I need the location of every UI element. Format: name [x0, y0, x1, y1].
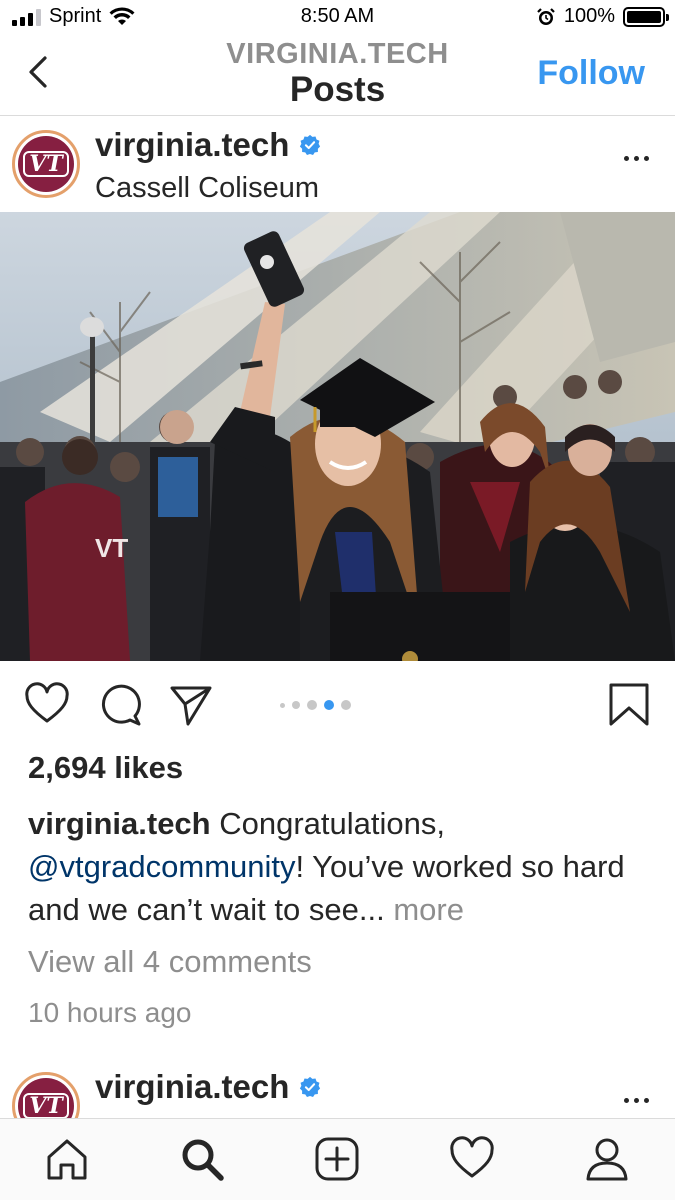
caption-mention-link[interactable]: @vtgradcommunity — [28, 849, 296, 884]
view-comments-link[interactable]: View all 4 comments — [28, 944, 312, 980]
battery-fill — [627, 10, 661, 23]
next-post-more-options-icon[interactable] — [624, 1098, 649, 1103]
caption-username[interactable]: virginia.tech — [28, 806, 211, 841]
next-post-username-row: virginia.tech — [95, 1068, 321, 1106]
caption-text-1: Congratulations, — [210, 806, 445, 841]
vt-logo: VT — [18, 136, 74, 192]
svg-text:VT: VT — [95, 533, 128, 563]
verified-badge-icon — [300, 134, 321, 155]
post-caption: virginia.tech Congratulations, @vtgradco… — [28, 802, 648, 931]
post-photo[interactable]: VT — [0, 212, 675, 661]
post-username[interactable]: virginia.tech — [95, 126, 289, 164]
post-location[interactable]: Cassell Coliseum — [95, 172, 319, 205]
follow-button[interactable]: Follow — [537, 54, 645, 93]
search-icon[interactable] — [178, 1135, 226, 1183]
next-post-username[interactable]: virginia.tech — [95, 1068, 289, 1106]
profile-icon[interactable] — [583, 1135, 631, 1183]
verified-badge-icon — [300, 1076, 321, 1097]
new-post-icon[interactable] — [313, 1135, 361, 1183]
battery-percent: 100% — [563, 5, 615, 27]
home-icon[interactable] — [43, 1135, 91, 1183]
post-timestamp: 10 hours ago — [28, 997, 192, 1028]
graduation-selfie-photo: VT — [0, 212, 675, 661]
like-heart-icon[interactable] — [24, 682, 70, 728]
activity-heart-icon[interactable] — [448, 1135, 496, 1183]
post-header: VT virginia.tech Cassell Coliseum — [0, 116, 675, 212]
battery-icon — [623, 6, 669, 27]
post-username-row: virginia.tech — [95, 126, 321, 164]
nav-header: VIRGINIA.TECH Posts Follow — [0, 36, 675, 116]
caption-more-link[interactable]: more — [385, 892, 464, 927]
save-bookmark-icon[interactable] — [606, 682, 652, 728]
likes-count[interactable]: 2,694 likes — [28, 750, 183, 786]
status-bar: Sprint 8:50 AM 100% — [0, 0, 675, 36]
carousel-dot — [341, 700, 351, 710]
avatar[interactable]: VT — [12, 130, 80, 198]
carousel-dot — [324, 700, 334, 710]
alarm-clock-icon — [537, 7, 555, 25]
comment-icon[interactable] — [97, 682, 143, 728]
share-send-icon[interactable] — [168, 682, 214, 728]
carousel-dot — [307, 700, 317, 710]
carousel-indicator — [280, 700, 351, 710]
status-right: 100% — [536, 5, 669, 28]
more-options-icon[interactable] — [624, 156, 649, 161]
post-actions — [0, 662, 675, 748]
carousel-dot — [280, 702, 285, 708]
carousel-dot — [292, 701, 300, 709]
bottom-tab-bar — [0, 1118, 675, 1200]
